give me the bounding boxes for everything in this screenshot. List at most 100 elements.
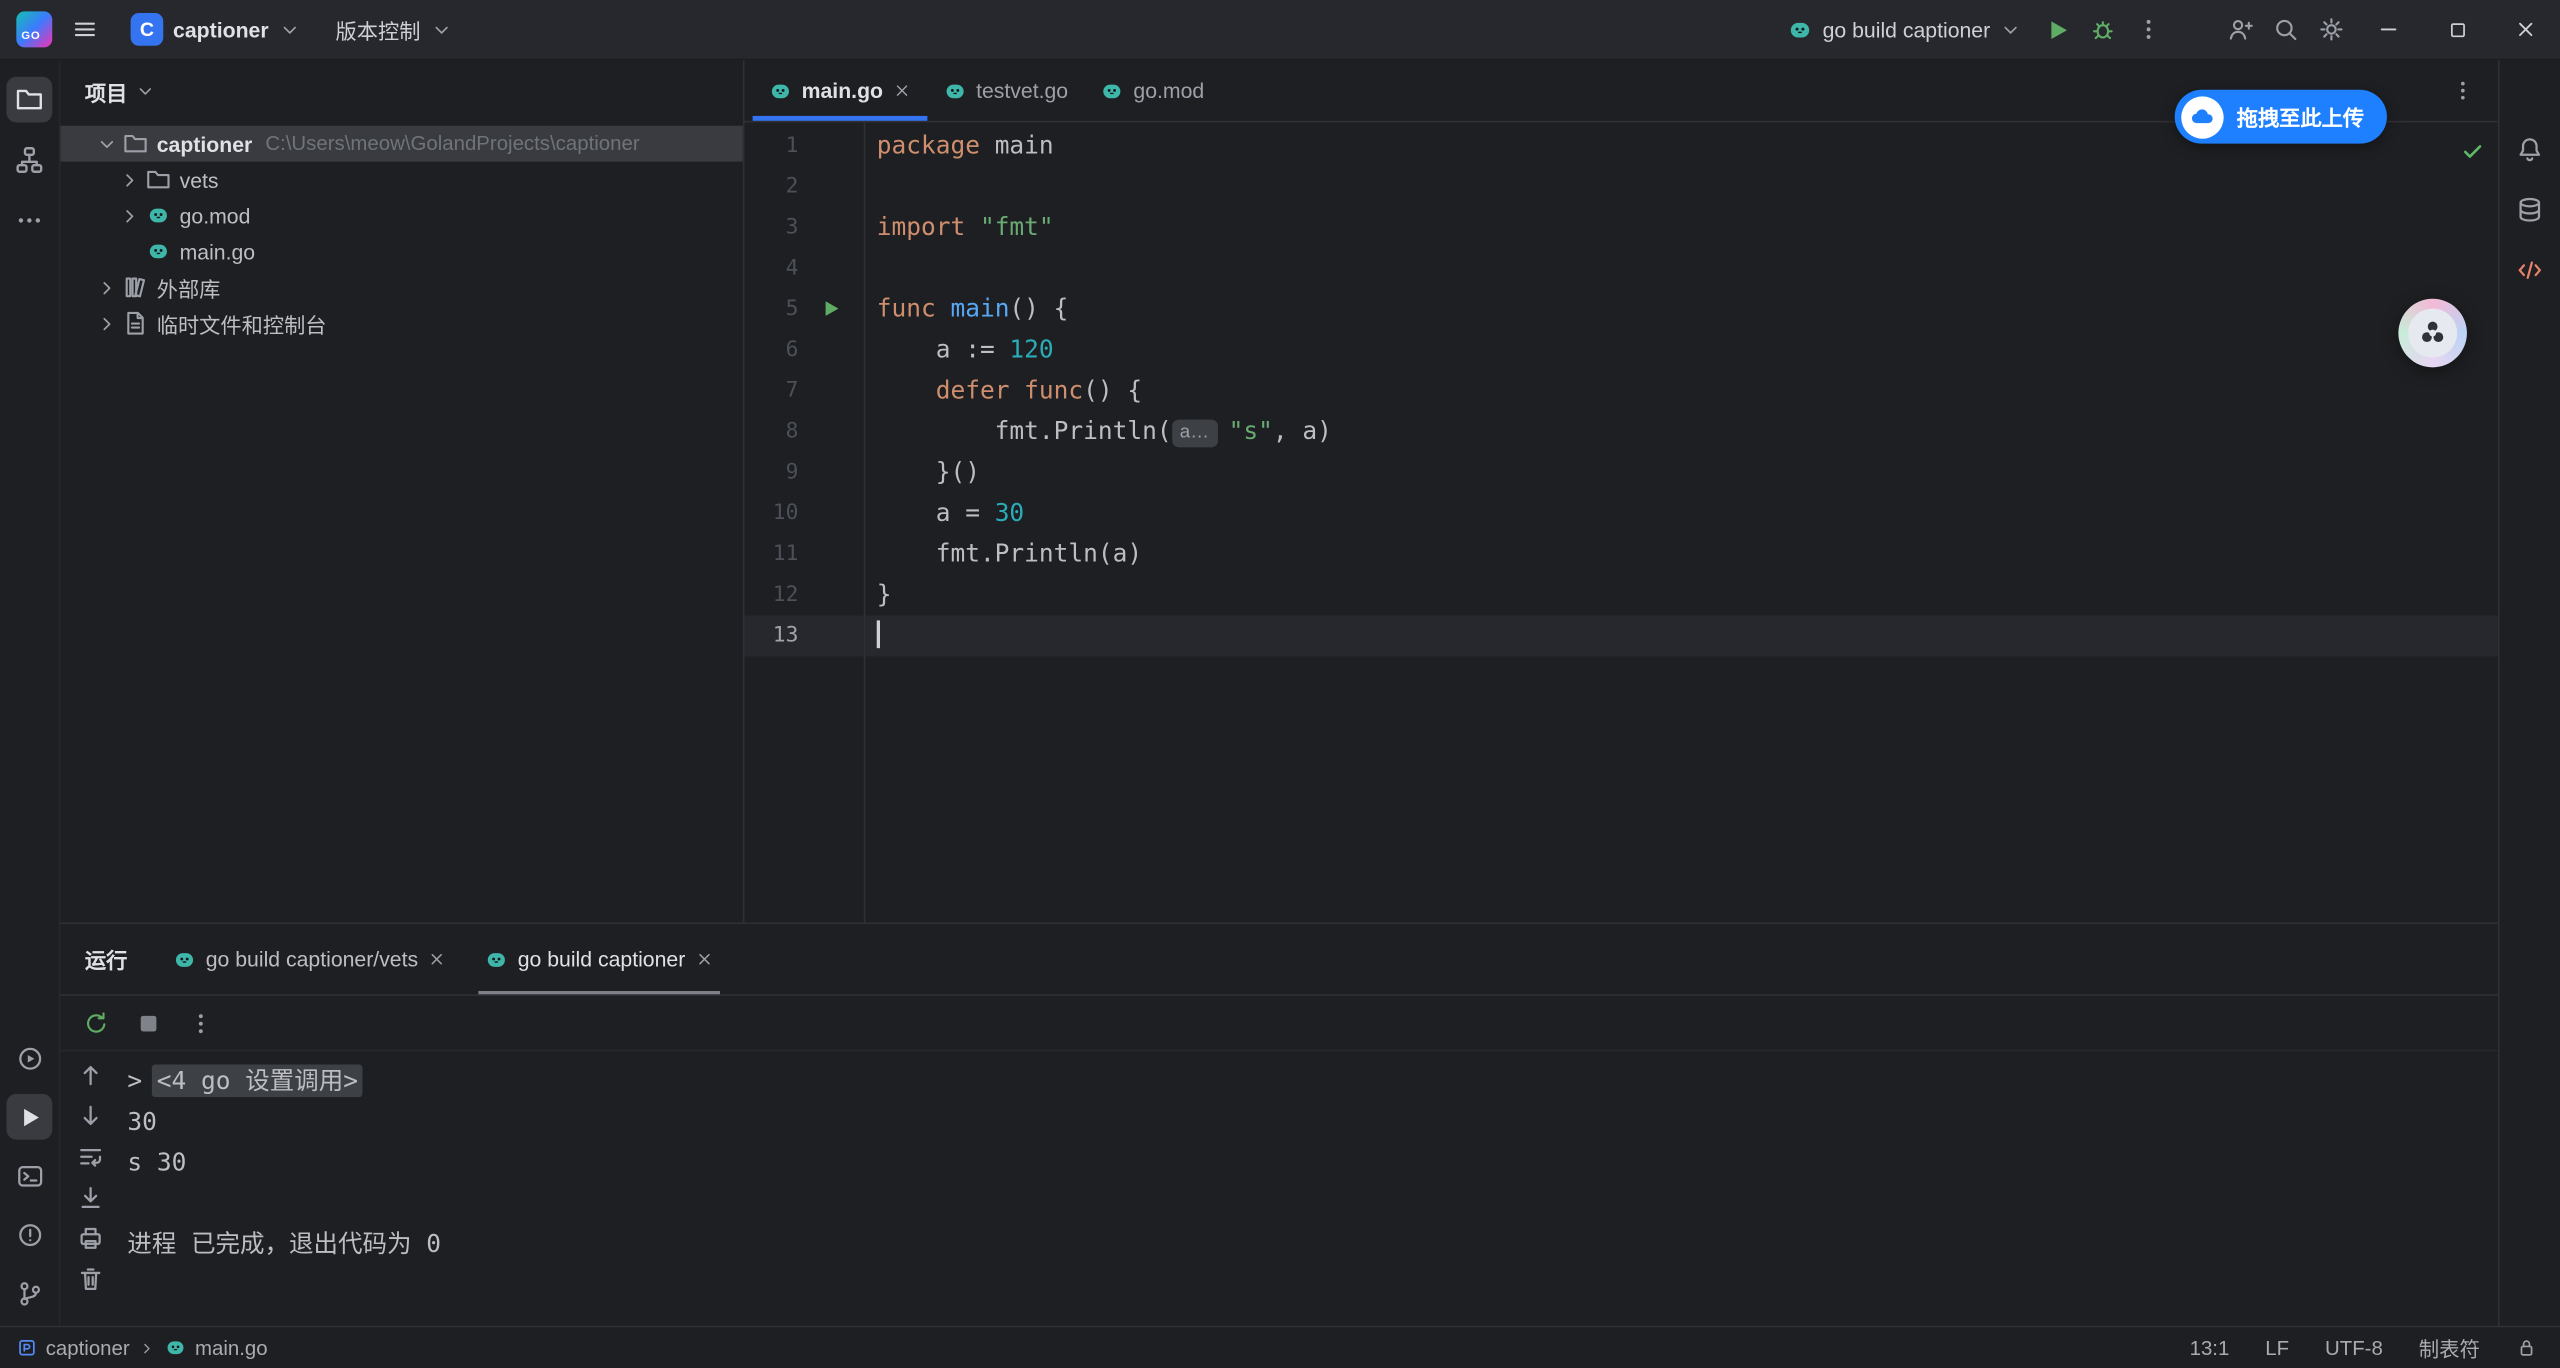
editor-tab[interactable]: testvet.go: [927, 60, 1084, 120]
tree-item[interactable]: go.mod: [60, 198, 742, 234]
chevron-right-icon: [139, 1340, 155, 1356]
settings-button[interactable]: [2309, 7, 2355, 53]
run-tab[interactable]: go build captioner: [465, 924, 732, 994]
terminal-toolwindow-button[interactable]: [7, 1153, 53, 1199]
tree-item[interactable]: main.go: [60, 233, 742, 269]
code-line[interactable]: }: [865, 575, 2498, 616]
encoding[interactable]: UTF-8: [2325, 1336, 2383, 1359]
close-icon: [428, 950, 446, 968]
upload-overlay[interactable]: 拖拽至此上传: [2175, 90, 2387, 144]
tree-item[interactable]: 临时文件和控制台: [60, 305, 742, 341]
project-name: captioner: [173, 17, 269, 41]
code-line[interactable]: import "fmt": [865, 207, 2498, 248]
search-everywhere-button[interactable]: [2263, 7, 2309, 53]
minimize-button[interactable]: [2354, 0, 2423, 59]
add-user-button[interactable]: [2217, 7, 2263, 53]
breadcrumb-item[interactable]: captioner: [16, 1336, 129, 1359]
structure-toolwindow-button[interactable]: [7, 137, 53, 183]
clear-all-button[interactable]: [76, 1265, 104, 1293]
breadcrumb-item[interactable]: main.go: [166, 1336, 268, 1359]
run-toolwindow-button[interactable]: [7, 1094, 53, 1140]
main-menu-button[interactable]: [62, 7, 108, 53]
close-tab-button[interactable]: [695, 950, 713, 968]
scroll-to-end-button[interactable]: [76, 1184, 104, 1212]
editor-tab[interactable]: go.mod: [1084, 60, 1220, 120]
tree-item[interactable]: vets: [60, 162, 742, 198]
chevron-right-icon: [96, 313, 117, 334]
gopher-icon: [769, 79, 792, 102]
problems-toolwindow-button[interactable]: [7, 1211, 53, 1257]
code-line[interactable]: fmt.Println(a): [865, 534, 2498, 575]
editor-body[interactable]: 12345678910111213 package mainimport "fm…: [744, 122, 2497, 922]
debug-button[interactable]: [2080, 7, 2126, 53]
line-number: 4: [744, 248, 863, 289]
rerun-button[interactable]: [83, 1010, 109, 1036]
folded-text[interactable]: <4 go 设置调用>: [152, 1064, 363, 1097]
run-panel-title[interactable]: 运行: [60, 944, 153, 975]
previous-occurrence-button[interactable]: [76, 1061, 104, 1089]
console-output[interactable]: ><4 go 设置调用>30s 30进程 已完成，退出代码为 0: [119, 1051, 2498, 1325]
tree-item[interactable]: 外部库: [60, 269, 742, 305]
folder-icon: [145, 167, 171, 193]
code-line[interactable]: }(): [865, 452, 2498, 493]
more-actions-button[interactable]: [2126, 7, 2172, 53]
code-line[interactable]: defer func() {: [865, 371, 2498, 412]
line-number: 3: [744, 207, 863, 248]
play-icon: [2043, 16, 2071, 44]
close-button[interactable]: [2491, 0, 2560, 59]
code-area[interactable]: package mainimport "fmt"func main() { a …: [865, 122, 2498, 922]
soft-wrap-icon: [76, 1143, 104, 1171]
line-number: 9: [744, 452, 863, 493]
chevron-down-icon: [430, 19, 451, 40]
services-toolwindow-button[interactable]: [7, 1035, 53, 1081]
code-line[interactable]: [865, 248, 2498, 289]
version-control-toolwindow-button[interactable]: [7, 1270, 53, 1316]
line-number: 1: [744, 126, 863, 167]
close-tab-button[interactable]: [893, 82, 911, 100]
print-button[interactable]: [76, 1224, 104, 1252]
line-number: 5: [744, 289, 863, 330]
project-widget[interactable]: C captioner: [118, 7, 313, 53]
line-number: 8: [744, 411, 863, 452]
next-occurrence-button[interactable]: [76, 1102, 104, 1130]
editor-tab[interactable]: main.go: [753, 60, 927, 120]
chevron-down-icon: [2000, 19, 2021, 40]
gopher-icon: [166, 1337, 187, 1358]
readonly-lock-button[interactable]: [2516, 1337, 2537, 1358]
code-line[interactable]: a = 30: [865, 493, 2498, 534]
kebab-icon: [2450, 78, 2474, 102]
gopher-icon: [485, 948, 508, 971]
tab-options-button[interactable]: [2439, 68, 2485, 114]
project-toolwindow-button[interactable]: [7, 77, 53, 123]
caret-position[interactable]: 13:1: [2190, 1336, 2230, 1359]
kebab-icon: [188, 1010, 214, 1036]
notifications-button[interactable]: [2507, 126, 2553, 172]
run-button[interactable]: [2034, 7, 2080, 53]
database-toolwindow-button[interactable]: [2507, 186, 2553, 232]
code-line[interactable]: fmt.Println(a…"s", a): [865, 411, 2498, 452]
endpoints-toolwindow-button[interactable]: [2507, 247, 2553, 293]
maximize-button[interactable]: [2423, 0, 2492, 59]
run-tab[interactable]: go build captioner/vets: [153, 924, 465, 994]
console-toolbar: [60, 1051, 119, 1325]
stop-button[interactable]: [136, 1010, 162, 1036]
vcs-widget[interactable]: 版本控制: [322, 7, 464, 51]
project-panel-header[interactable]: 项目: [60, 60, 742, 122]
indent-style[interactable]: 制表符: [2419, 1332, 2480, 1363]
floating-assistant-icon: [2408, 309, 2457, 358]
tree-item[interactable]: captioner C:\Users\meow\GolandProjects\c…: [60, 126, 742, 162]
floating-assistant-widget[interactable]: [2398, 299, 2467, 368]
bug-icon: [2090, 16, 2116, 42]
run-config-widget[interactable]: go build captioner: [1775, 11, 2034, 49]
inspections-widget[interactable]: [2460, 139, 2484, 170]
more-toolwindows-button[interactable]: [7, 198, 53, 244]
more-options-button[interactable]: [188, 1010, 214, 1036]
code-line[interactable]: func main() {: [865, 289, 2498, 330]
soft-wrap-button[interactable]: [76, 1143, 104, 1171]
code-line[interactable]: [865, 616, 2498, 657]
run-gutter-button[interactable]: [820, 297, 843, 320]
code-line[interactable]: [865, 167, 2498, 208]
code-line[interactable]: a := 120: [865, 330, 2498, 371]
line-ending[interactable]: LF: [2265, 1336, 2289, 1359]
close-tab-button[interactable]: [428, 950, 446, 968]
